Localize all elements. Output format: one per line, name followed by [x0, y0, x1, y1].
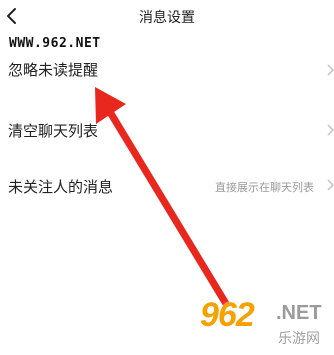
setting-ignore-unread[interactable]: 忽略未读提醒	[0, 50, 334, 90]
page-title: 消息设置	[139, 10, 195, 26]
chevron-right-icon	[327, 124, 334, 136]
watermark-url: WWW.962.NET	[9, 36, 101, 51]
header-bar: 消息设置	[0, 0, 334, 34]
watermark-chinese: 乐游网	[278, 331, 320, 347]
setting-value: 直接展示在聊天列表	[215, 181, 314, 194]
setting-clear-chat-list[interactable]: 清空聊天列表	[0, 112, 334, 152]
watermark-domain: .NET	[276, 302, 322, 324]
setting-label: 未关注人的消息	[8, 178, 114, 196]
watermark-logo: 962 .NET 乐游网	[196, 296, 330, 352]
setting-label: 忽略未读提醒	[8, 61, 99, 79]
watermark-number: 962	[200, 296, 255, 334]
chevron-right-icon	[327, 64, 334, 76]
setting-unfollowed-messages[interactable]: 未关注人的消息 直接展示在聊天列表	[0, 168, 334, 208]
setting-label: 清空聊天列表	[8, 122, 99, 140]
chevron-right-icon	[327, 179, 334, 191]
